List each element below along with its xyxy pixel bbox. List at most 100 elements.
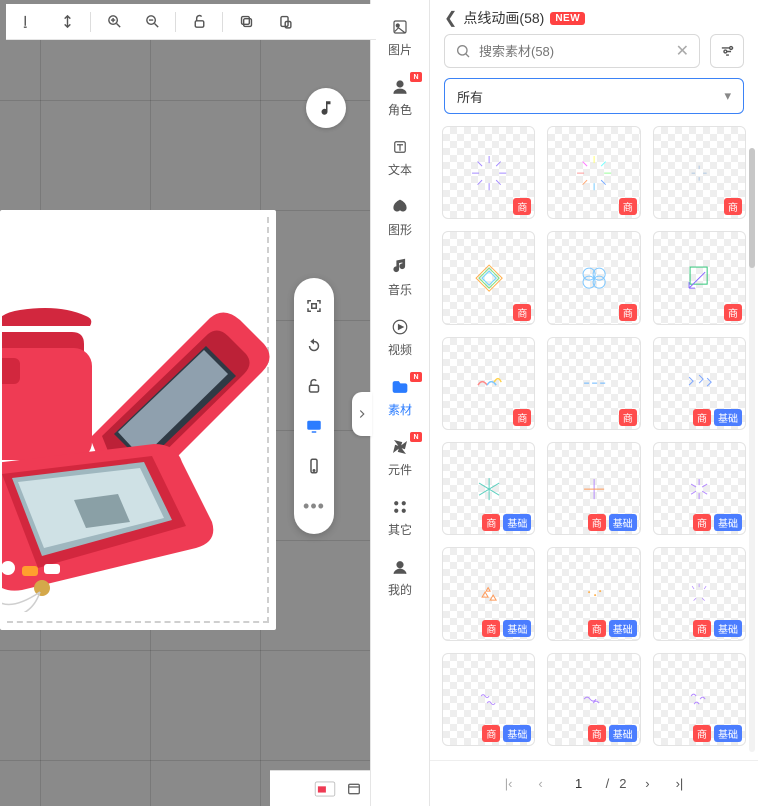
align-center-h-button[interactable] xyxy=(48,7,86,37)
tag-commercial: 商 xyxy=(693,514,711,531)
asset-thumbnail[interactable]: 商基础 xyxy=(547,547,640,640)
nav-item-user[interactable]: 我的 xyxy=(376,554,424,600)
prev-page-button[interactable]: ‹ xyxy=(530,773,552,795)
canvas-toolbar xyxy=(6,4,376,40)
zoom-out-button[interactable] xyxy=(133,7,171,37)
asset-preview-icon xyxy=(569,253,619,303)
canvas-frame[interactable] xyxy=(0,210,276,630)
nav-item-pinwheel[interactable]: 元件N xyxy=(376,434,424,480)
tag-commercial: 商 xyxy=(588,620,606,637)
asset-thumbnail[interactable]: 商基础 xyxy=(442,547,535,640)
panel-title: 点线动画(58) xyxy=(463,8,544,28)
search-box[interactable]: ✕ xyxy=(444,34,700,68)
select-value: 所有 xyxy=(457,87,483,106)
paste-button[interactable] xyxy=(265,7,303,37)
desktop-view-button[interactable] xyxy=(298,408,330,444)
nav-label: 角色 xyxy=(388,101,412,118)
chevron-down-icon: ▾ xyxy=(724,88,731,104)
first-page-button[interactable]: |‹ xyxy=(498,773,520,795)
canvas-area: ••• xyxy=(0,0,370,806)
tag-commercial: 商 xyxy=(482,514,500,531)
asset-thumbnail[interactable]: 商基础 xyxy=(653,547,746,640)
music-icon xyxy=(386,256,414,278)
tag-commercial: 商 xyxy=(693,409,711,426)
tag-basic: 基础 xyxy=(609,514,637,531)
lock-open-float-button[interactable] xyxy=(298,368,330,404)
asset-thumbnail[interactable]: 商 xyxy=(442,337,535,430)
text-icon xyxy=(386,136,414,158)
nav-label: 文本 xyxy=(388,161,412,178)
lock-open-button[interactable] xyxy=(180,7,218,37)
search-icon xyxy=(455,43,471,59)
nav-item-image[interactable]: 图片 xyxy=(376,14,424,60)
align-bottom-button[interactable] xyxy=(10,7,48,37)
asset-thumbnail[interactable]: 商 xyxy=(653,231,746,324)
tag-commercial: 商 xyxy=(513,409,531,426)
nav-item-text[interactable]: 文本 xyxy=(376,134,424,180)
nav-label: 音乐 xyxy=(388,281,412,298)
tag-commercial: 商 xyxy=(724,198,742,215)
nav-item-grid[interactable]: 其它 xyxy=(376,494,424,540)
asset-thumbnail[interactable]: 商 xyxy=(547,231,640,324)
music-button[interactable] xyxy=(306,88,346,128)
collapse-right-panel-button[interactable] xyxy=(352,392,372,436)
asset-thumbnail[interactable]: 商基础 xyxy=(442,653,535,746)
asset-preview-icon xyxy=(674,464,724,514)
asset-thumbnail[interactable]: 商 xyxy=(653,126,746,219)
nav-item-folder[interactable]: 素材N xyxy=(376,374,424,420)
tag-commercial: 商 xyxy=(693,620,711,637)
fit-screen-button[interactable] xyxy=(298,288,330,324)
tag-commercial: 商 xyxy=(513,304,531,321)
asset-thumbnail[interactable]: 商 xyxy=(547,126,640,219)
asset-thumbnail[interactable]: 商基础 xyxy=(442,442,535,535)
page-thumbnail-icon[interactable] xyxy=(314,781,336,797)
asset-preview-icon xyxy=(464,674,514,724)
tag-commercial: 商 xyxy=(724,304,742,321)
asset-thumbnail[interactable]: 商 xyxy=(442,126,535,219)
copy-button[interactable] xyxy=(227,7,265,37)
tag-basic: 基础 xyxy=(714,409,742,426)
search-input[interactable] xyxy=(479,44,676,59)
nav-label: 图形 xyxy=(388,221,412,238)
nav-label: 我的 xyxy=(388,581,412,598)
filter-button[interactable] xyxy=(710,34,744,68)
tag-commercial: 商 xyxy=(588,514,606,531)
tag-commercial: 商 xyxy=(619,304,637,321)
new-badge-small: N xyxy=(410,72,422,82)
panel-toggle-icon[interactable] xyxy=(346,781,362,797)
scrollbar-thumb[interactable] xyxy=(749,148,755,268)
asset-thumbnail[interactable]: 商 xyxy=(442,231,535,324)
tag-commercial: 商 xyxy=(619,198,637,215)
nav-item-shape[interactable]: 图形 xyxy=(376,194,424,240)
new-badge: NEW xyxy=(550,12,585,25)
asset-thumbnail[interactable]: 商基础 xyxy=(653,653,746,746)
asset-preview-icon xyxy=(674,569,724,619)
category-sidebar: 图片角色 N 文本图形音乐视频素材N 元件N 其它我的 xyxy=(370,0,430,806)
page-number-input[interactable] xyxy=(562,772,596,796)
next-page-button[interactable]: › xyxy=(636,773,658,795)
nav-item-person[interactable]: 角色 N xyxy=(376,74,424,120)
category-select[interactable]: 所有 ▾ xyxy=(444,78,744,114)
assets-panel: ❮ 点线动画(58) NEW ✕ 所有 ▾ 商商商商商商商商商基础商基础商基础商… xyxy=(430,0,758,806)
clear-search-icon[interactable]: ✕ xyxy=(676,41,689,61)
rotate-button[interactable] xyxy=(298,328,330,364)
asset-thumbnail[interactable]: 商基础 xyxy=(653,442,746,535)
nav-label: 视频 xyxy=(388,341,412,358)
asset-thumbnail[interactable]: 商 xyxy=(547,337,640,430)
more-tools-button[interactable]: ••• xyxy=(298,488,330,524)
zoom-in-button[interactable] xyxy=(95,7,133,37)
asset-thumbnail[interactable]: 商基础 xyxy=(547,442,640,535)
back-icon[interactable]: ❮ xyxy=(444,8,457,28)
nav-label: 素材 xyxy=(388,401,412,418)
nav-item-music[interactable]: 音乐 xyxy=(376,254,424,300)
asset-thumbnail[interactable]: 商基础 xyxy=(653,337,746,430)
mobile-view-button[interactable] xyxy=(298,448,330,484)
last-page-button[interactable]: ›| xyxy=(668,773,690,795)
asset-thumbnail[interactable]: 商基础 xyxy=(547,653,640,746)
aed-device-graphic xyxy=(0,252,276,612)
nav-item-video[interactable]: 视频 xyxy=(376,314,424,360)
tag-basic: 基础 xyxy=(503,514,531,531)
scrollbar[interactable] xyxy=(749,148,755,752)
page-sep: / xyxy=(606,776,610,791)
tag-commercial: 商 xyxy=(513,198,531,215)
